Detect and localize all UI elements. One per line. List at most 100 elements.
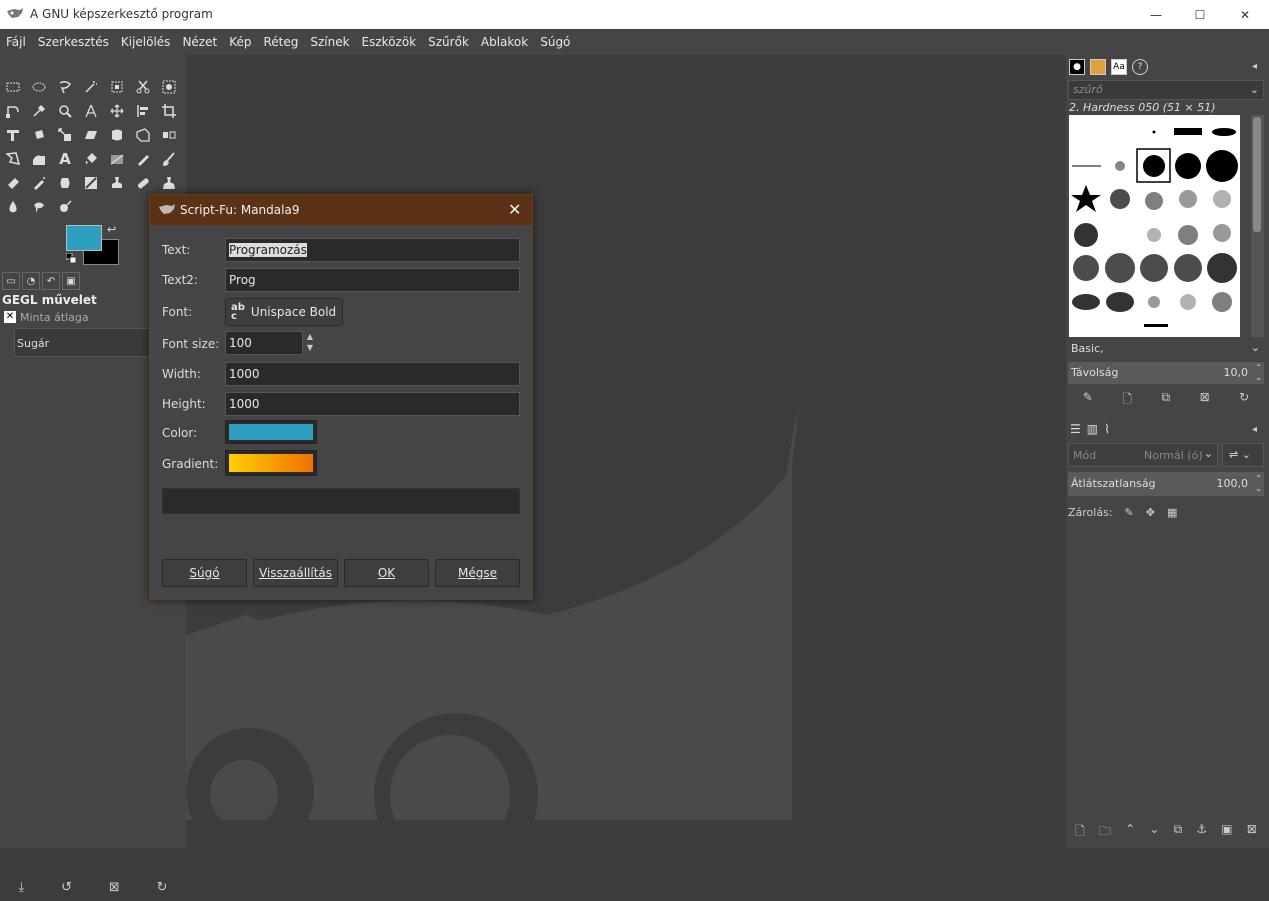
height-input[interactable]: 1000 bbox=[225, 392, 520, 416]
warp-icon[interactable] bbox=[26, 147, 52, 171]
delete-brush-icon[interactable]: ⊠ bbox=[1200, 390, 1210, 410]
lock-position-icon[interactable]: ✥ bbox=[1146, 506, 1155, 519]
pencil-icon[interactable] bbox=[130, 147, 156, 171]
fontsize-spin-icon[interactable]: ▲ ▼ bbox=[303, 331, 317, 355]
move-icon[interactable] bbox=[104, 99, 130, 123]
unified-transform-icon[interactable] bbox=[0, 123, 26, 147]
opacity-slider[interactable]: Átlátszatlanság 100,0 ⌃ ⌄ bbox=[1068, 472, 1264, 496]
new-layer-group-icon[interactable]: 🗀 bbox=[1099, 822, 1111, 842]
clone-icon[interactable] bbox=[104, 171, 130, 195]
fonts-tab-icon[interactable]: Aa bbox=[1111, 59, 1127, 75]
menu-colors[interactable]: Színek bbox=[304, 35, 355, 49]
measure-icon[interactable] bbox=[78, 99, 104, 123]
tool-options-tab-icon[interactable]: ▭ bbox=[2, 272, 20, 290]
channels-tab-icon[interactable]: ▥ bbox=[1087, 422, 1098, 436]
restore-options-icon[interactable]: ↺ bbox=[61, 880, 72, 895]
ellipse-select-icon[interactable] bbox=[26, 75, 52, 99]
eraser-icon[interactable] bbox=[0, 171, 26, 195]
raise-layer-icon[interactable]: ⌃ bbox=[1125, 822, 1135, 842]
default-colors-icon[interactable] bbox=[66, 253, 76, 263]
reset-button[interactable]: Visszaállítás bbox=[253, 559, 338, 587]
lock-alpha-icon[interactable]: ▦ bbox=[1167, 506, 1177, 519]
delete-layer-icon[interactable]: ⊠ bbox=[1247, 822, 1257, 842]
heal-icon[interactable] bbox=[130, 171, 156, 195]
flip-icon[interactable] bbox=[156, 123, 182, 147]
foreground-color-swatch[interactable] bbox=[66, 225, 102, 251]
select-by-color-icon[interactable] bbox=[104, 75, 130, 99]
brushes-tab-icon[interactable]: ● bbox=[1069, 59, 1085, 75]
new-layer-icon[interactable]: 🗋 bbox=[1075, 822, 1085, 842]
width-input[interactable]: 1000 bbox=[225, 362, 520, 386]
smudge-icon[interactable] bbox=[26, 195, 52, 219]
refresh-brushes-icon[interactable]: ↻ bbox=[1239, 390, 1249, 410]
menu-filters[interactable]: Szűrők bbox=[422, 35, 475, 49]
scissors-icon[interactable] bbox=[130, 75, 156, 99]
cage-transform-icon[interactable] bbox=[0, 147, 26, 171]
crop-icon[interactable] bbox=[156, 99, 182, 123]
menu-select[interactable]: Kijelölés bbox=[115, 35, 177, 49]
dock-menu-icon[interactable]: ◂ bbox=[1252, 61, 1257, 72]
paths-tab-icon[interactable]: ⌇ bbox=[1104, 422, 1110, 436]
swap-colors-icon[interactable]: ↩ bbox=[107, 223, 116, 236]
fuzzy-select-icon[interactable] bbox=[78, 75, 104, 99]
fontsize-input[interactable]: 100 bbox=[225, 331, 303, 355]
paths-icon[interactable] bbox=[0, 99, 26, 123]
color-button[interactable] bbox=[225, 420, 317, 444]
menu-image[interactable]: Kép bbox=[223, 35, 257, 49]
bucket-fill-icon[interactable] bbox=[78, 147, 104, 171]
close-icon[interactable]: ✕ bbox=[4, 311, 16, 323]
menu-file[interactable]: Fájl bbox=[0, 35, 32, 49]
layers-tab-icon[interactable]: ☰ bbox=[1070, 422, 1081, 436]
cancel-button[interactable]: Mégse bbox=[435, 559, 520, 587]
scale-icon[interactable] bbox=[52, 123, 78, 147]
images-tab-icon[interactable]: ▣ bbox=[62, 272, 80, 290]
dialog-close-icon[interactable]: ✕ bbox=[508, 200, 521, 219]
patterns-tab-icon[interactable] bbox=[1090, 59, 1106, 75]
spin-arrows-icon[interactable]: ⌃ ⌄ bbox=[1255, 363, 1262, 383]
rotate-icon[interactable] bbox=[26, 123, 52, 147]
zoom-icon[interactable] bbox=[52, 99, 78, 123]
perspective-icon[interactable] bbox=[130, 123, 156, 147]
free-select-icon[interactable] bbox=[52, 75, 78, 99]
duplicate-layer-icon[interactable]: ⧉ bbox=[1174, 822, 1183, 842]
ink-icon[interactable] bbox=[52, 171, 78, 195]
help-button[interactable]: Súgó bbox=[162, 559, 247, 587]
foreground-select-icon[interactable] bbox=[156, 75, 182, 99]
blur-icon[interactable] bbox=[0, 195, 26, 219]
ok-button[interactable]: OK bbox=[344, 559, 429, 587]
menu-windows[interactable]: Ablakok bbox=[475, 35, 534, 49]
shear-icon[interactable] bbox=[78, 123, 104, 147]
text2-input[interactable]: Prog bbox=[225, 268, 520, 292]
radius-field[interactable]: Sugár bbox=[14, 328, 159, 357]
spin-arrows-icon[interactable]: ⌃ ⌄ bbox=[1255, 474, 1262, 494]
gradient-tool-icon[interactable] bbox=[104, 147, 130, 171]
save-options-icon[interactable]: ⤓ bbox=[18, 880, 24, 895]
mask-layer-icon[interactable]: ▣ bbox=[1221, 822, 1232, 842]
device-status-tab-icon[interactable]: ◔ bbox=[22, 272, 40, 290]
text-input[interactable]: Programozás bbox=[225, 238, 520, 262]
menu-tools[interactable]: Eszközök bbox=[356, 35, 423, 49]
edit-brush-icon[interactable]: ✎ bbox=[1083, 390, 1093, 410]
brush-filter-input[interactable]: szűrő ⌄ bbox=[1068, 80, 1264, 100]
brush-scrollbar[interactable] bbox=[1251, 115, 1264, 337]
menu-help[interactable]: Súgó bbox=[534, 35, 576, 49]
brush-spacing-slider[interactable]: Távolság 10,0 ⌃ ⌄ bbox=[1068, 362, 1264, 384]
maximize-button[interactable]: ☐ bbox=[1177, 0, 1223, 29]
layer-mode-select[interactable]: Mód Normál (ó) ⌄ bbox=[1068, 443, 1218, 467]
gradient-button[interactable] bbox=[225, 450, 317, 476]
undo-history-tab-icon[interactable]: ↶ bbox=[42, 272, 60, 290]
help-tab-icon[interactable]: ? bbox=[1132, 59, 1148, 75]
layer-mode-group-select[interactable]: ⇌ ⌄ bbox=[1222, 443, 1264, 467]
color-picker-icon[interactable] bbox=[26, 99, 52, 123]
brush-grid[interactable] bbox=[1069, 115, 1240, 337]
duplicate-brush-icon[interactable]: ⧉ bbox=[1162, 390, 1171, 410]
airbrush-icon[interactable] bbox=[26, 171, 52, 195]
text-tool-icon[interactable]: A bbox=[52, 147, 78, 171]
layers-dock-menu-icon[interactable]: ◂ bbox=[1252, 424, 1257, 435]
anchor-layer-icon[interactable]: ⚓ bbox=[1196, 822, 1207, 842]
menu-edit[interactable]: Szerkesztés bbox=[32, 35, 115, 49]
warp-transform-icon[interactable] bbox=[104, 123, 130, 147]
mypaint-brush-icon[interactable] bbox=[78, 171, 104, 195]
new-brush-icon[interactable]: 🗋 bbox=[1122, 390, 1132, 410]
minimize-button[interactable]: — bbox=[1133, 0, 1179, 29]
